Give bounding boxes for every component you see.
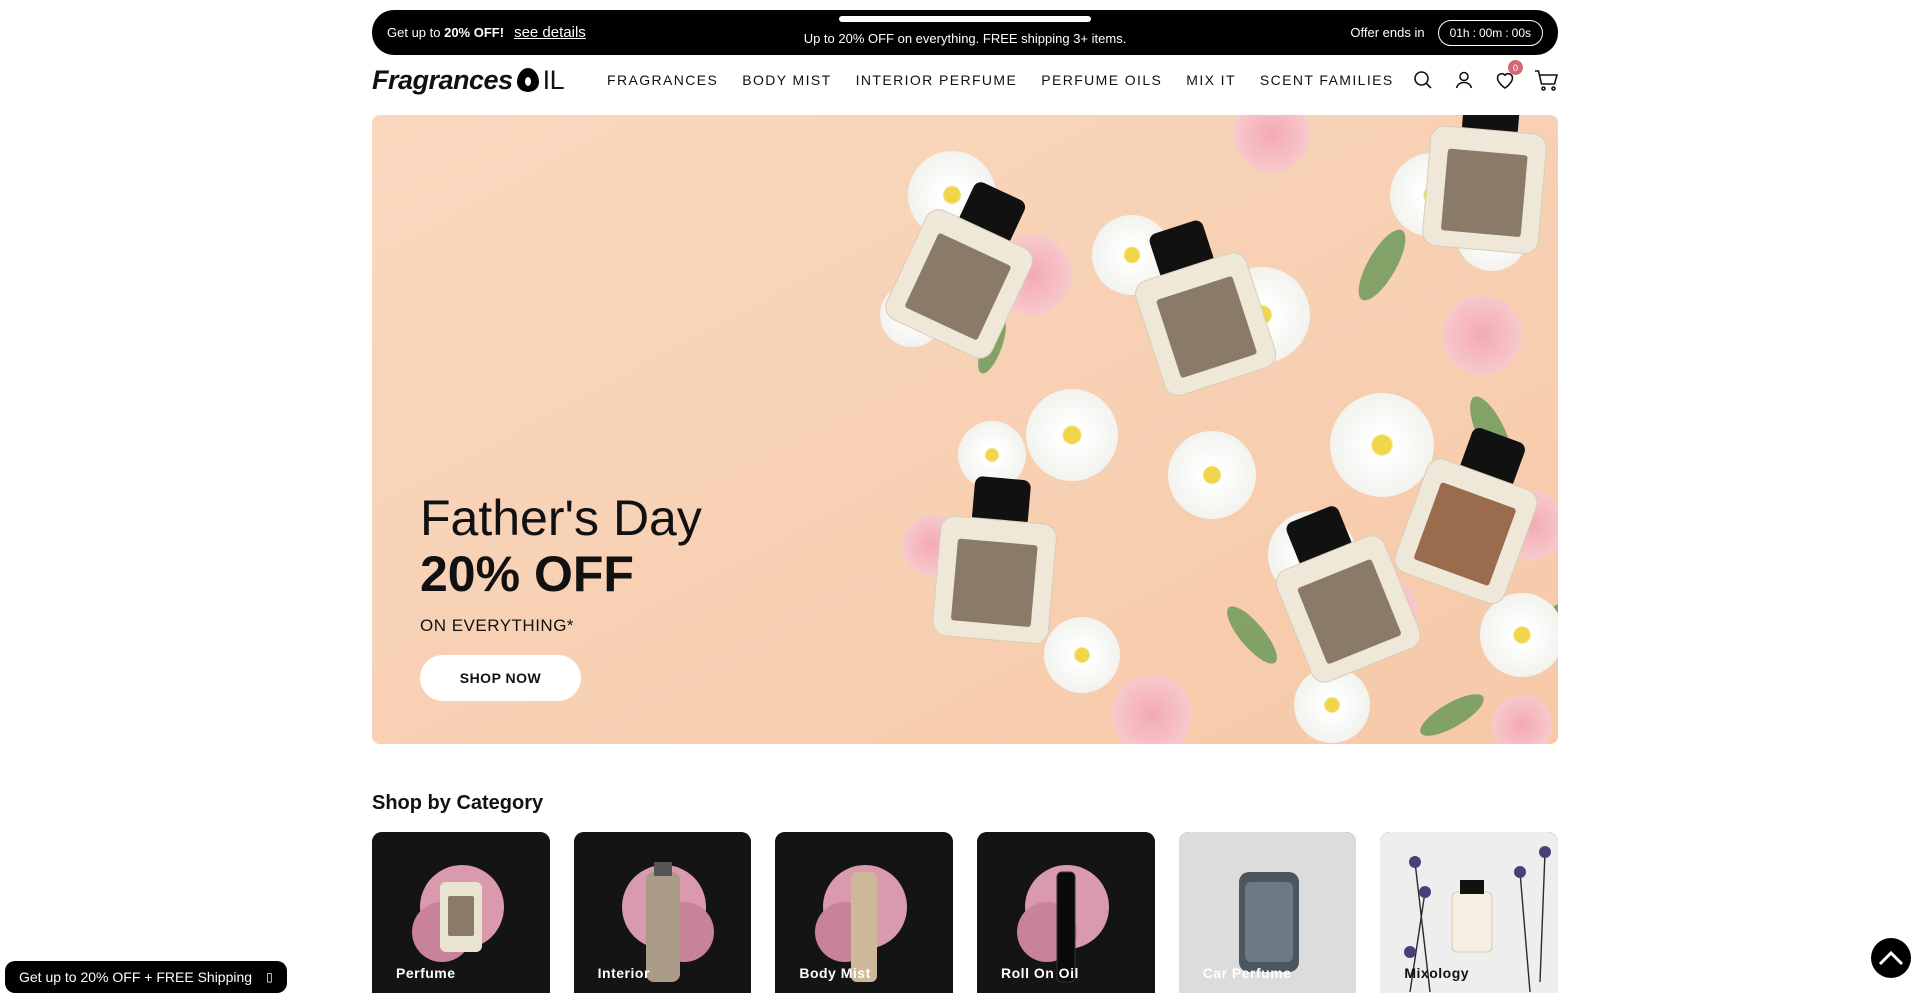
category-card-mixology[interactable]: Mixology <box>1380 832 1559 993</box>
announcement-bar: Up to 20% OFF on everything. FREE shippi… <box>372 10 1558 55</box>
category-grid: Perfume Interior Body Mist Roll On Oil C… <box>372 832 1559 993</box>
category-card-car-perfume[interactable]: Car Perfume <box>1178 832 1357 993</box>
offer-ends-label: Offer ends in <box>1350 25 1425 40</box>
site-header: Fragrances IL FRAGRANCES BODY MIST INTER… <box>372 60 1559 98</box>
timer-sep: : <box>1472 25 1476 40</box>
chevron-up-icon <box>1878 950 1904 966</box>
see-details-link[interactable]: see details <box>514 24 586 41</box>
timer-minutes: 00m <box>1478 25 1503 40</box>
category-label: Roll On Oil <box>1001 965 1079 981</box>
category-card-roll-on-oil[interactable]: Roll On Oil <box>977 832 1155 993</box>
nav-item-perfume-oils[interactable]: PERFUME OILS <box>1041 72 1162 88</box>
countdown-timer: 01h : 00m : 00s <box>1437 19 1543 46</box>
category-card-body-mist[interactable]: Body Mist <box>775 832 954 993</box>
offer-bold: 20% OFF! <box>444 25 505 40</box>
logo-suffix: IL <box>542 64 565 95</box>
shipping-progress-bar <box>839 15 1091 22</box>
scroll-to-top-button[interactable] <box>1871 938 1911 978</box>
category-card-interior[interactable]: Interior <box>573 832 752 993</box>
category-card-perfume[interactable]: Perfume <box>372 832 550 993</box>
timer-seconds: 00s <box>1511 25 1531 40</box>
close-icon[interactable]: ▯ <box>266 970 273 984</box>
cart-icon[interactable] <box>1534 68 1559 92</box>
wishlist-icon[interactable]: 0 <box>1493 60 1523 92</box>
nav-item-fragrances[interactable]: FRAGRANCES <box>607 72 718 88</box>
floating-promo-text: Get up to 20% OFF + FREE Shipping <box>19 969 253 985</box>
category-label: Body Mist <box>799 965 871 981</box>
announcement-left: Get up to 20% OFF! see details <box>387 24 586 41</box>
logo-text: Fragrances <box>372 64 513 95</box>
shop-now-button[interactable]: SHOP NOW <box>420 655 581 701</box>
announcement-center-text: Up to 20% OFF on everything. FREE shippi… <box>803 30 1127 46</box>
hero-heading: Father's Day <box>420 490 702 546</box>
search-icon[interactable] <box>1411 68 1435 92</box>
hero-discount: 20% OFF <box>420 546 634 602</box>
category-label: Mixology <box>1404 965 1470 981</box>
category-section-title: Shop by Category <box>372 792 544 814</box>
category-label: Car Perfume <box>1202 965 1292 981</box>
nav-item-body-mist[interactable]: BODY MIST <box>742 72 831 88</box>
logo-drop-icon <box>516 68 539 92</box>
nav-item-interior-perfume[interactable]: INTERIOR PERFUME <box>856 72 1018 88</box>
category-label: Interior <box>597 965 650 981</box>
offer-prefix: Get up to <box>387 25 445 40</box>
hero-subtext: ON EVERYTHING* <box>420 616 575 635</box>
hero-text: Father's Day 20% OFF ON EVERYTHING* SHOP… <box>420 490 702 701</box>
floating-promo-button[interactable]: Get up to 20% OFF + FREE Shipping ▯ <box>5 961 287 993</box>
announcement-right: Offer ends in 01h : 00m : 00s <box>1350 19 1543 46</box>
header-icons: 0 <box>1411 60 1559 92</box>
timer-hours: 01h <box>1449 25 1470 40</box>
main-nav: FRAGRANCES BODY MIST INTERIOR PERFUME PE… <box>607 72 1394 88</box>
account-icon[interactable] <box>1452 68 1476 92</box>
category-label: Perfume <box>396 965 456 981</box>
hero-banner[interactable]: Father's Day 20% OFF ON EVERYTHING* SHOP… <box>372 115 1558 744</box>
nav-item-scent-families[interactable]: SCENT FAMILIES <box>1260 72 1394 88</box>
nav-item-mix-it[interactable]: MIX IT <box>1186 72 1236 88</box>
timer-sep: : <box>1505 25 1509 40</box>
announcement-offer-text: Get up to 20% OFF! <box>387 25 504 40</box>
wishlist-count-badge: 0 <box>1508 60 1523 75</box>
site-logo[interactable]: Fragrances IL <box>372 65 572 96</box>
